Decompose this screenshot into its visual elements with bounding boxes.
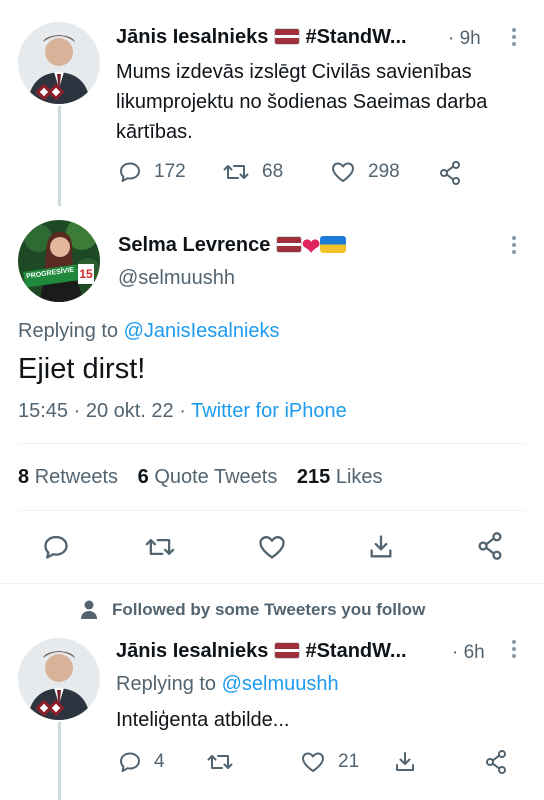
retweet-count: 68	[262, 161, 284, 182]
thread-line	[58, 722, 61, 800]
bookmark-button[interactable]	[367, 533, 395, 561]
share-icon	[486, 750, 506, 774]
thread-line	[58, 106, 61, 206]
reply-icon	[120, 752, 140, 772]
share-button[interactable]	[484, 749, 508, 775]
author-tag: #StandW...	[305, 26, 407, 48]
retweets-stat[interactable]: 8 Retweets	[18, 466, 118, 488]
avatar[interactable]	[18, 22, 100, 104]
like-count: 21	[338, 751, 360, 772]
like-button[interactable]: 298	[330, 160, 400, 184]
quotes-count: 6	[137, 466, 149, 488]
social-context: Followed by some Tweeters you follow	[80, 600, 425, 620]
share-icon	[440, 161, 460, 185]
replying-to-label: Replying to	[116, 673, 217, 695]
more-options-icon[interactable]	[511, 28, 517, 46]
person-icon	[81, 600, 97, 619]
latvia-flag-icon	[273, 28, 300, 45]
latvia-flag-icon	[273, 642, 300, 659]
avatar-image	[18, 638, 100, 720]
likes-label: Likes	[335, 466, 383, 488]
more-options-icon[interactable]	[511, 640, 517, 658]
retweet-icon	[207, 755, 233, 769]
tweet-time[interactable]: · 6h	[452, 642, 485, 664]
replying-to: Replying to @JanisIesalnieks	[18, 320, 280, 343]
reply-button[interactable]: 4	[118, 750, 165, 774]
retweet-icon	[145, 539, 175, 555]
retweet-button[interactable]: 68	[222, 160, 283, 184]
ukraine-flag-icon	[320, 236, 347, 253]
heart-icon	[259, 536, 285, 559]
author-tag: #StandW...	[305, 640, 407, 662]
divider	[18, 443, 526, 444]
divider	[18, 510, 526, 511]
like-button[interactable]: 21	[300, 750, 359, 774]
avatar-image	[18, 22, 100, 104]
author-name-line[interactable]: Jānis Iesalnieks #StandW...	[116, 26, 407, 49]
share-button[interactable]	[476, 531, 504, 561]
quotes-stat[interactable]: 6 Quote Tweets	[138, 466, 278, 488]
author-handle[interactable]: @selmuushh	[118, 267, 235, 290]
replying-to-label: Replying to	[18, 320, 119, 342]
social-context-text: Followed by some Tweeters you follow	[112, 600, 426, 619]
like-button[interactable]	[257, 533, 287, 561]
heart-icon	[332, 162, 354, 182]
replying-to-handle[interactable]: @JanisIesalnieks	[124, 320, 280, 342]
heart-icon	[302, 752, 324, 772]
avatar[interactable]: PROGRESĪVIE 15	[18, 220, 100, 302]
tweet-text: Inteliģenta atbilde...	[116, 709, 290, 731]
replying-to-handle[interactable]: @selmuushh	[222, 673, 339, 695]
download-icon	[396, 752, 414, 771]
reply-count: 4	[154, 751, 165, 772]
tweet-source[interactable]: Twitter for iPhone	[191, 400, 347, 422]
like-count: 298	[368, 161, 400, 182]
bookmark-button[interactable]	[393, 750, 417, 774]
avatar-image	[18, 220, 100, 302]
more-options-icon[interactable]	[511, 236, 517, 254]
likes-count: 215	[296, 466, 331, 488]
retweet-button[interactable]	[206, 750, 234, 774]
avatar-number: 15	[79, 267, 93, 281]
author-name[interactable]: Jānis Iesalnieks	[116, 26, 268, 48]
author-name[interactable]: Jānis Iesalnieks	[116, 640, 268, 662]
author-name-line[interactable]: Jānis Iesalnieks #StandW...	[116, 640, 407, 663]
tweet-meta: 15:45 · 20 okt. 22 · Twitter for iPhone	[18, 400, 347, 423]
divider	[0, 583, 544, 584]
reply-count: 172	[154, 161, 186, 182]
download-icon	[370, 535, 392, 558]
share-icon	[478, 532, 502, 560]
quotes-label: Quote Tweets	[154, 466, 278, 488]
tweet-text: Ejiet dirst!	[18, 353, 146, 385]
red-heart-icon: ❤	[301, 234, 321, 259]
share-button[interactable]	[438, 160, 462, 186]
tweet-time[interactable]: · 9h	[448, 28, 481, 50]
retweet-icon	[223, 165, 249, 179]
tweet-text: Mums izdevās izslēgt Civilās savienības …	[116, 61, 488, 143]
latvia-flag-icon	[275, 236, 302, 253]
author-name-line[interactable]: Selma Levrence ❤	[118, 234, 347, 259]
reply-icon	[120, 162, 140, 182]
reply-button[interactable]: 172	[118, 160, 186, 184]
tweet-stats: 8 Retweets 6 Quote Tweets 215 Likes	[18, 466, 383, 489]
retweet-button[interactable]	[144, 533, 176, 561]
tweet-timestamp[interactable]: 15:45 · 20 okt. 22 ·	[18, 400, 186, 422]
retweets-label: Retweets	[34, 466, 119, 488]
reply-icon	[44, 535, 68, 559]
retweets-count: 8	[18, 466, 30, 488]
likes-stat[interactable]: 215 Likes	[297, 466, 383, 488]
replying-to: Replying to @selmuushh	[116, 673, 339, 696]
reply-button[interactable]	[42, 533, 70, 561]
avatar[interactable]	[18, 638, 100, 720]
author-name[interactable]: Selma Levrence	[118, 234, 270, 256]
